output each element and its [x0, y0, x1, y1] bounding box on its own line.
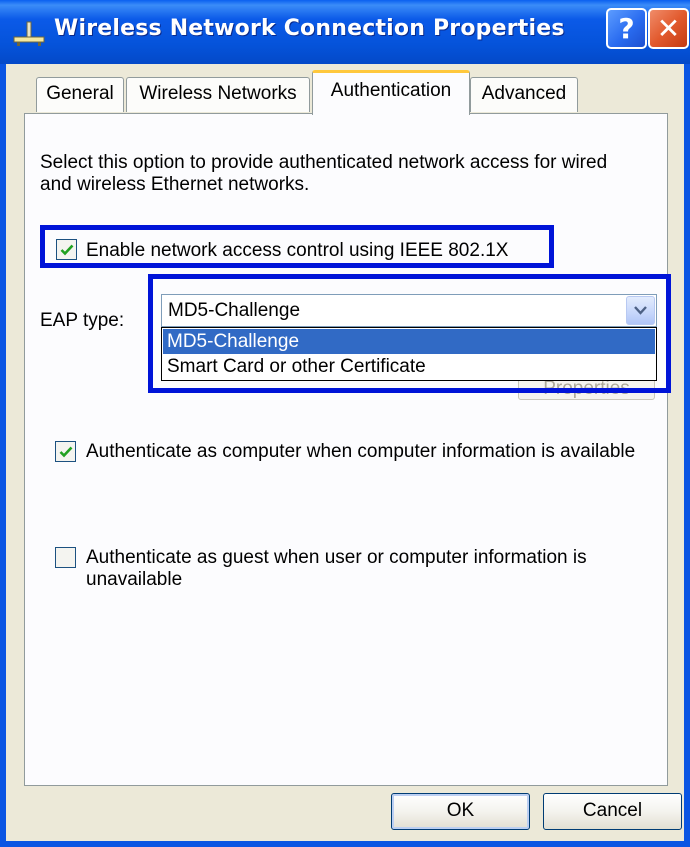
chevron-down-icon: [634, 306, 647, 315]
help-button[interactable]: ?: [606, 8, 647, 49]
eap-type-select[interactable]: MD5-Challenge: [161, 294, 657, 327]
tab-authentication[interactable]: Authentication: [312, 70, 470, 115]
auth-computer-label[interactable]: Authenticate as computer when computer i…: [86, 441, 635, 463]
help-icon: ?: [618, 12, 635, 45]
dropdown-option-smart-card[interactable]: Smart Card or other Certificate: [163, 354, 655, 379]
enable-8021x-label[interactable]: Enable network access control using IEEE…: [86, 240, 508, 262]
dropdown-option-md5[interactable]: MD5-Challenge: [163, 329, 655, 354]
title-bar[interactable]: Wireless Network Connection Properties ?…: [0, 0, 690, 64]
auth-computer-checkbox[interactable]: [55, 441, 76, 462]
description-text: Select this option to provide authentica…: [40, 152, 608, 195]
close-icon: ✕: [656, 12, 681, 45]
close-button[interactable]: ✕: [648, 8, 689, 49]
properties-button-label: Properties: [543, 378, 630, 399]
eap-type-dropdown-list: MD5-Challenge Smart Card or other Certif…: [161, 327, 657, 381]
checkmark-icon: [60, 244, 74, 256]
window-title: Wireless Network Connection Properties: [54, 16, 565, 41]
auth-guest-checkbox[interactable]: [55, 547, 76, 568]
dialog-client-area: General Wireless Networks Authentication…: [6, 64, 684, 841]
tab-wireless-networks[interactable]: Wireless Networks: [126, 77, 310, 112]
tab-general[interactable]: General: [36, 77, 124, 112]
checkmark-icon: [59, 446, 73, 458]
tab-advanced[interactable]: Advanced: [470, 77, 578, 112]
dropdown-button[interactable]: [626, 296, 655, 325]
enable-8021x-checkbox[interactable]: [56, 239, 77, 260]
network-connection-icon: [13, 21, 45, 46]
ok-button[interactable]: OK: [391, 793, 530, 830]
eap-type-value: MD5-Challenge: [168, 300, 301, 321]
auth-guest-label[interactable]: Authenticate as guest when user or compu…: [86, 547, 646, 591]
tab-strip: General Wireless Networks Authentication…: [6, 64, 684, 115]
cancel-button[interactable]: Cancel: [543, 793, 682, 830]
dialog-window: Wireless Network Connection Properties ?…: [0, 0, 690, 847]
eap-type-label: EAP type:: [40, 310, 125, 331]
